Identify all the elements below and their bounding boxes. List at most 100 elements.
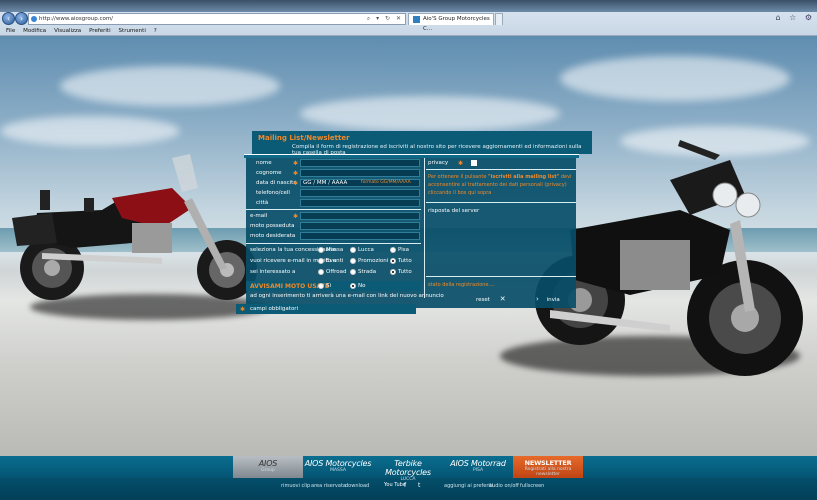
radio-tutto-email[interactable] — [390, 258, 396, 264]
new-tab-button[interactable] — [495, 13, 503, 25]
twitter-icon[interactable]: t — [418, 482, 420, 489]
menu-strumenti[interactable]: Strumenti — [119, 26, 146, 36]
radio-massa[interactable] — [318, 247, 324, 253]
brand-sub: PISA — [472, 468, 484, 473]
menu-help[interactable]: ? — [154, 26, 157, 36]
taskbar-background — [0, 0, 817, 12]
privacy-text-1: Per ottenere il pulsante "iscriviti alla… — [428, 174, 571, 180]
privacy-text-part: Per ottenere il pulsante — [428, 174, 487, 180]
brand-sub: Group — [261, 468, 275, 473]
citta-input[interactable] — [300, 199, 420, 207]
forward-icon[interactable]: › — [15, 12, 28, 25]
motorcycle-left-image — [12, 154, 257, 300]
required-star: ✱ — [293, 160, 299, 167]
privacy-text-4: cliccando il box qui sopra — [428, 190, 492, 196]
required-star: ✱ — [458, 160, 464, 167]
telefono-input[interactable] — [300, 189, 420, 197]
radio-strada-label: Strada — [358, 269, 377, 275]
facebook-icon[interactable]: f — [404, 482, 406, 489]
nome-input[interactable] — [300, 159, 420, 167]
address-bar[interactable]: http://www.aiosgroup.com/ ⌕ ▾ ↻ ✕ — [28, 13, 406, 25]
window-controls-icon[interactable]: ⌂ ☆ ⚙ — [775, 13, 815, 22]
required-star: ✱ — [293, 180, 299, 187]
moto-desiderata-input[interactable] — [300, 232, 420, 240]
radio-tutto-interesse[interactable] — [390, 269, 396, 275]
radio-promozioni[interactable] — [350, 258, 356, 264]
registration-status: stato della registrazione.... — [428, 282, 495, 288]
usate-section: AVVISAMI MOTO USATE Sì No — [246, 281, 421, 291]
cognome-input[interactable] — [300, 169, 420, 177]
radio-promozioni-label: Promozioni — [358, 258, 389, 264]
radio-tutto-email-label: Tutto — [398, 258, 412, 264]
required-note: ✱ campi obbligatori — [236, 304, 416, 314]
label-moto-desiderata: moto desiderata — [250, 233, 296, 239]
data-nascita-input[interactable]: GG / MM / AAAA formato GG/MM/AAAA — [300, 179, 420, 187]
radio-eventi[interactable] — [318, 258, 324, 264]
divider — [426, 276, 576, 277]
menu-bar: File Modifica Visualizza Preferiti Strum… — [0, 26, 817, 36]
radio-usate-no-label: No — [358, 283, 366, 289]
favicon-icon — [413, 16, 420, 23]
address-tools-icon[interactable]: ⌕ ▾ ↻ ✕ — [367, 14, 403, 24]
link-preferiti[interactable]: aggiungi ai preferiti — [444, 483, 493, 489]
link-fullscreen[interactable]: fullscreen — [520, 483, 544, 489]
required-star: ✱ — [240, 306, 246, 313]
tab-aios[interactable]: Aio'S Group Motorcycles C... — [408, 13, 494, 32]
divider — [246, 209, 421, 210]
radio-pisa[interactable] — [390, 247, 396, 253]
invia-label: invia — [546, 297, 560, 303]
cloud — [300, 96, 560, 131]
label-telefono: telefono/cell — [256, 190, 290, 196]
menu-visualizza[interactable]: Visualizza — [54, 26, 81, 36]
link-download[interactable]: download — [345, 483, 369, 489]
link-area-riservata[interactable]: area riservata — [311, 483, 346, 489]
radio-lucca[interactable] — [350, 247, 356, 253]
email-input[interactable] — [300, 212, 420, 220]
moto-posseduta-input[interactable] — [300, 222, 420, 230]
brand-name: NEWSLETTER — [524, 459, 572, 467]
divider — [426, 169, 576, 170]
form-body: nome ✱ cognome ✱ data di nascita ✱ GG / … — [246, 158, 576, 308]
menu-preferiti[interactable]: Preferiti — [89, 26, 111, 36]
required-label: campi obbligatori — [250, 306, 299, 312]
radio-tutto-interesse-label: Tutto — [398, 269, 412, 275]
back-icon[interactable]: ‹ — [2, 12, 15, 25]
label-interesse: sei interessato a — [250, 269, 296, 275]
browser-chrome: ‹ › http://www.aiosgroup.com/ ⌕ ▾ ↻ ✕ Ai… — [0, 0, 817, 36]
invia-button[interactable]: › invia — [536, 295, 560, 305]
radio-massa-label: Massa — [326, 247, 344, 253]
form-title: Mailing List/Newsletter — [258, 134, 350, 142]
radio-offroad[interactable] — [318, 269, 324, 275]
link-audio[interactable]: audio on/off — [489, 483, 519, 489]
radio-usate-no[interactable] — [350, 283, 356, 289]
data-nascita-value: GG / MM / AAAA — [303, 180, 348, 186]
newsletter-form: Mailing List/Newsletter Compila il form … — [236, 131, 592, 316]
brand-aios-group[interactable]: AIOS Group — [233, 456, 303, 478]
footer-links: rimuovi clip area riservata download agg… — [0, 483, 817, 493]
label-cognome: cognome — [256, 170, 282, 176]
ie-icon — [31, 16, 37, 22]
reset-button[interactable]: reset ✕ — [476, 295, 506, 305]
form-header: Mailing List/Newsletter Compila il form … — [252, 131, 592, 156]
required-star: ✱ — [293, 170, 299, 177]
address-row: ‹ › http://www.aiosgroup.com/ ⌕ ▾ ↻ ✕ Ai… — [0, 12, 817, 32]
radio-offroad-label: Offroad — [326, 269, 347, 275]
link-rimuovi-clip[interactable]: rimuovi clip — [281, 483, 310, 489]
privacy-checkbox[interactable] — [471, 160, 477, 166]
label-nome: nome — [256, 160, 272, 166]
reset-label: reset — [476, 297, 490, 303]
brand-name: AIOS Motorcycles — [304, 459, 372, 468]
brand-aios-pisa[interactable]: AIOS Motorrad PISA — [443, 456, 513, 478]
radio-strada[interactable] — [350, 269, 356, 275]
brand-aios-massa[interactable]: AIOS Motorcycles MASSA — [303, 456, 373, 478]
label-privacy: privacy — [428, 160, 449, 166]
brand-terbike-lucca[interactable]: Terbike Motorcycles LUCCA — [373, 456, 443, 482]
radio-usate-si[interactable] — [318, 283, 324, 289]
youtube-icon[interactable]: You Tube — [384, 482, 406, 488]
menu-file[interactable]: File — [6, 26, 15, 36]
menu-modifica[interactable]: Modifica — [23, 26, 46, 36]
brand-name: AIOS Motorrad — [450, 459, 506, 468]
cloud — [60, 66, 280, 106]
privacy-text-part: devi — [560, 174, 572, 180]
brand-newsletter[interactable]: NEWSLETTER Registrati alla nostra newsle… — [513, 456, 583, 478]
